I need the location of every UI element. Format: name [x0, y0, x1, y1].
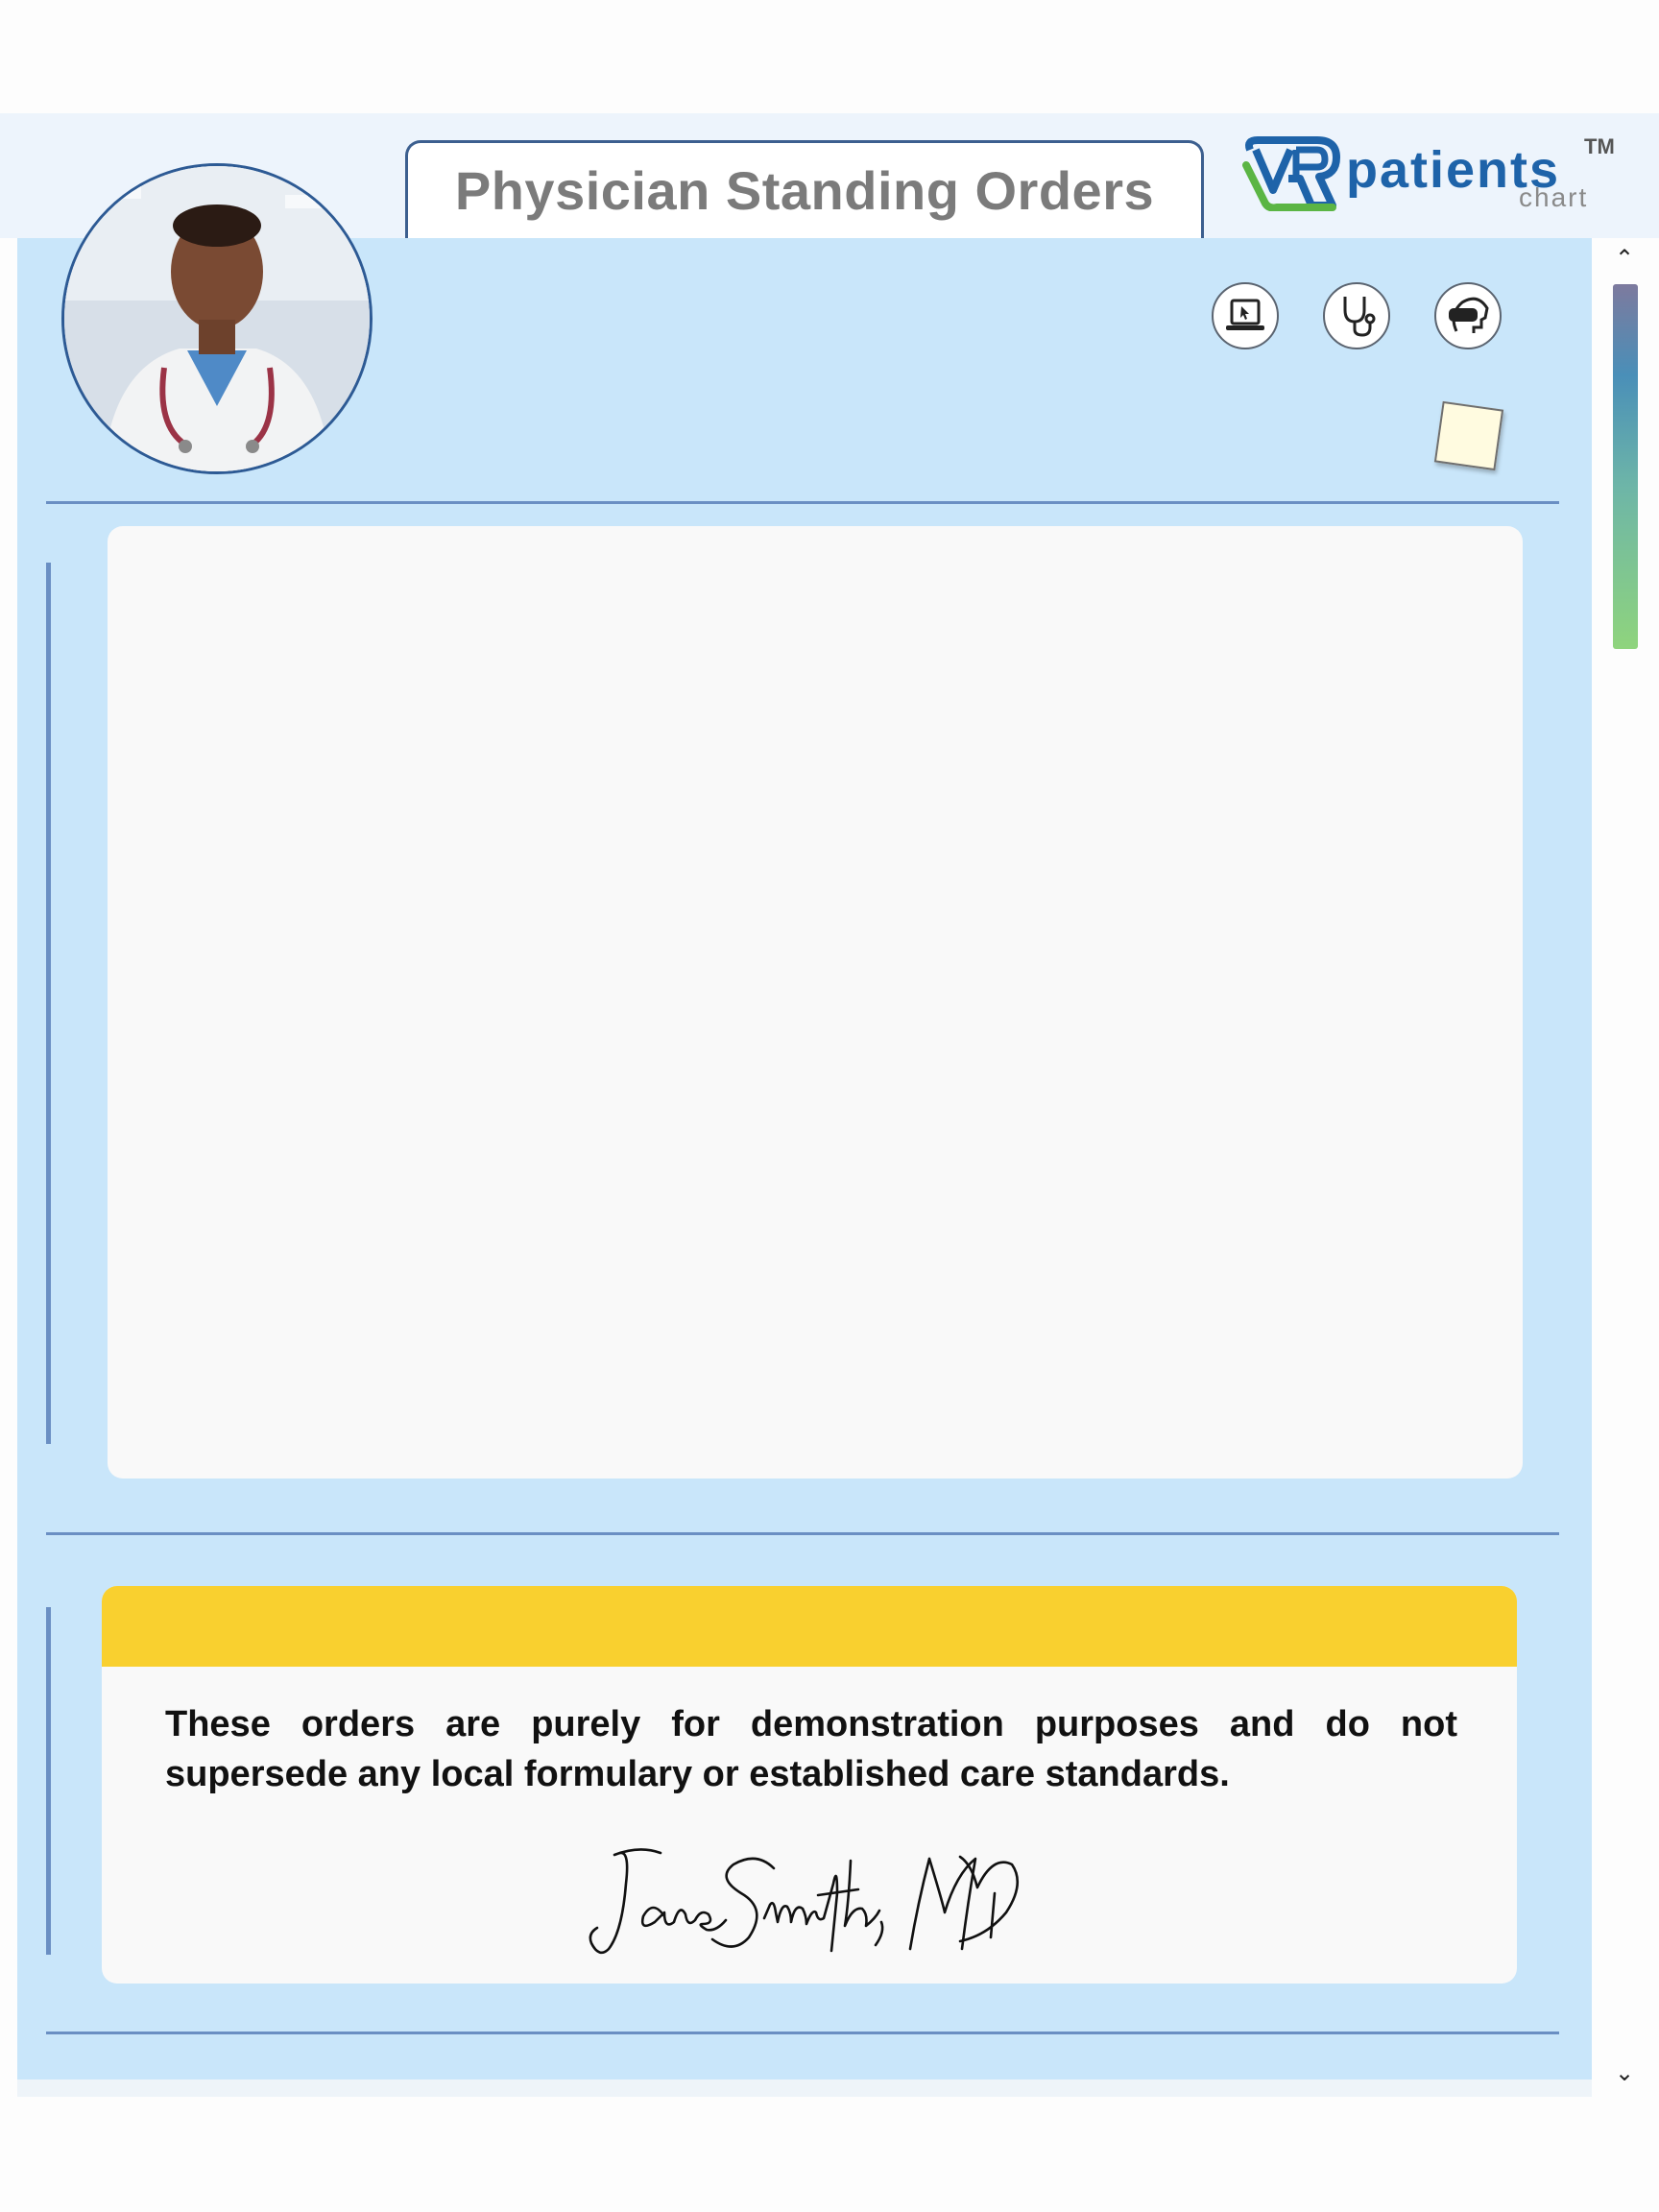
physician-photo: [64, 166, 370, 471]
section-bar-notice: [46, 1607, 51, 1955]
disclaimer-text: These orders are purely for demonstratio…: [165, 1704, 1457, 1794]
vr-headset-icon: [1449, 297, 1489, 333]
divider-bottom: [46, 2032, 1559, 2034]
physician-avatar: [61, 163, 373, 474]
sticky-note[interactable]: [1433, 400, 1504, 471]
laptop-cursor-icon: [1226, 299, 1264, 330]
divider-middle: [46, 1532, 1559, 1535]
stethoscope-icon: [1343, 297, 1376, 337]
footer-strip: [17, 2080, 1592, 2097]
disclaimer-header-bar: [102, 1586, 1517, 1667]
physician-signature: [589, 1848, 1020, 1955]
scroll-up-icon[interactable]: ⌃: [1613, 248, 1636, 271]
logo-trademark: TM: [1584, 134, 1615, 158]
page-title-tab: Physician Standing Orders: [405, 140, 1204, 238]
simulation-button[interactable]: [1212, 282, 1279, 349]
disclaimer-card: These orders are purely for demonstratio…: [102, 1586, 1517, 1984]
divider-top: [46, 501, 1559, 504]
logo-subtitle: chart: [1519, 182, 1589, 212]
orders-content-card: [108, 526, 1523, 1479]
scroll-down-icon[interactable]: ⌄: [1613, 2062, 1636, 2085]
page-title: Physician Standing Orders: [454, 160, 1155, 221]
brand-logo: patients chart TM: [1240, 134, 1615, 221]
section-bar-orders: [46, 563, 51, 1444]
assessment-button[interactable]: [1323, 282, 1390, 349]
vr-mode-button[interactable]: [1434, 282, 1502, 349]
vr-logo-mark: [1242, 136, 1340, 211]
scrollbar-thumb[interactable]: [1613, 284, 1638, 649]
